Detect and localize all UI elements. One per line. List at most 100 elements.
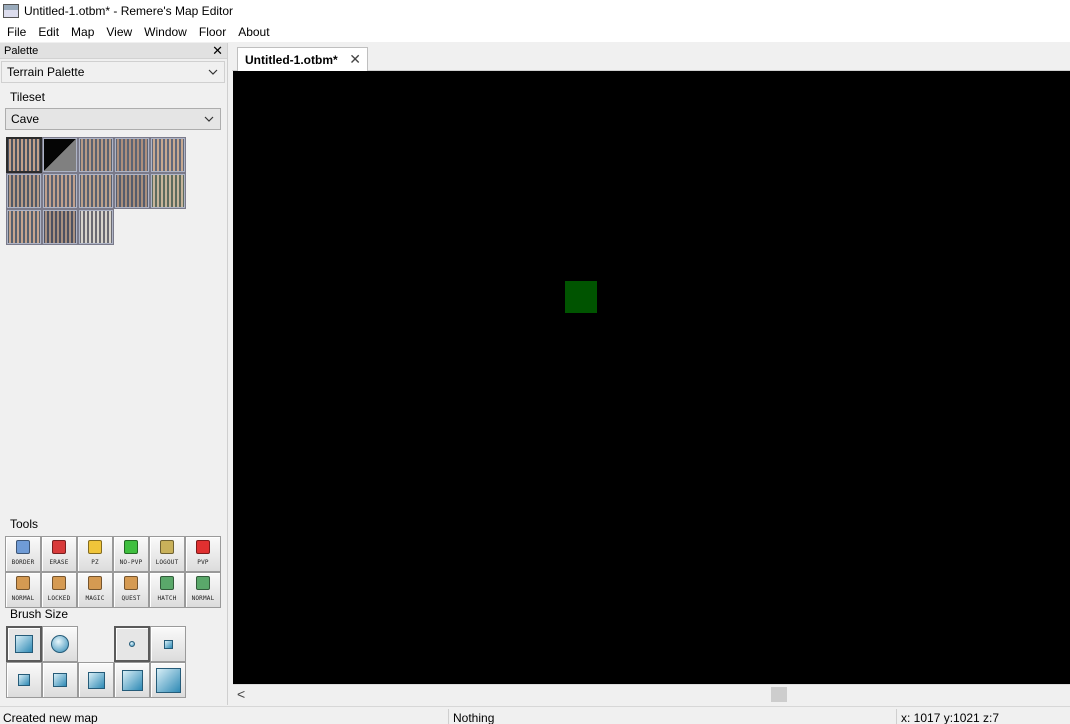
tool-normal-button[interactable]: NORMAL bbox=[5, 572, 41, 608]
menu-about[interactable]: About bbox=[232, 22, 275, 42]
status-hover: Nothing bbox=[453, 711, 495, 724]
tool-quest-button[interactable]: QUEST bbox=[113, 572, 149, 608]
tile-cave-wall-4[interactable] bbox=[150, 137, 186, 173]
palette-type-value: Terrain Palette bbox=[7, 65, 85, 79]
tile-cave-wall-9[interactable] bbox=[150, 173, 186, 209]
palette-close-icon[interactable]: ✕ bbox=[212, 44, 223, 57]
window-normal-icon bbox=[196, 576, 210, 590]
circle-shape-icon bbox=[51, 635, 69, 653]
tools-group-label: Tools bbox=[10, 517, 39, 531]
palette-panel: Palette ✕ Terrain Palette Tileset Cave T… bbox=[0, 43, 228, 705]
scrollbar-thumb[interactable] bbox=[771, 687, 787, 702]
brush-size-label: Brush Size bbox=[10, 607, 69, 621]
palette-header: Palette ✕ bbox=[0, 43, 227, 59]
window-title: Untitled-1.otbm* - Remere's Map Editor bbox=[24, 4, 234, 18]
tile-cave-wall-1[interactable] bbox=[6, 137, 42, 173]
menu-view[interactable]: View bbox=[100, 22, 138, 42]
tile-cave-wall-8[interactable] bbox=[114, 173, 150, 209]
tool-logout-button[interactable]: LOGOUT bbox=[149, 536, 185, 572]
tileset-group-label: Tileset bbox=[10, 90, 45, 104]
tool-locked-button[interactable]: LOCKED bbox=[41, 572, 77, 608]
square-size-icon bbox=[155, 667, 181, 693]
square-shape-icon bbox=[15, 635, 33, 653]
tile-cave-wall-5[interactable] bbox=[6, 173, 42, 209]
brush-size-group: Brush Size bbox=[5, 606, 191, 702]
menu-file[interactable]: File bbox=[0, 22, 32, 42]
horizontal-scrollbar[interactable]: < bbox=[233, 684, 1070, 703]
tool-label: PVP bbox=[197, 559, 209, 566]
border-icon bbox=[16, 540, 30, 554]
tool-label: PZ bbox=[91, 559, 99, 566]
tool-label: MAGIC bbox=[85, 595, 105, 602]
square-size-icon bbox=[18, 674, 30, 686]
door-normal-icon bbox=[16, 576, 30, 590]
brush-shape-circle-button[interactable] bbox=[42, 626, 78, 662]
no-pvp-icon bbox=[124, 540, 138, 554]
hatch-icon bbox=[160, 576, 174, 590]
tool-pz-button[interactable]: PZ bbox=[77, 536, 113, 572]
status-position: x: 1017 y:1021 z:7 bbox=[901, 711, 1000, 724]
brush-size-7-button[interactable] bbox=[150, 662, 186, 698]
scroll-left-icon[interactable]: < bbox=[237, 686, 245, 702]
status-divider bbox=[896, 709, 897, 724]
square-size-icon bbox=[121, 669, 143, 691]
brush-size-6-button[interactable] bbox=[114, 662, 150, 698]
tile-cave-wall-2[interactable] bbox=[78, 137, 114, 173]
brush-shape-square-button[interactable] bbox=[6, 626, 42, 662]
tool-no-pvp-button[interactable]: NO-PVP bbox=[113, 536, 149, 572]
chevron-down-icon bbox=[208, 69, 218, 75]
tool-erase-button[interactable]: ERASE bbox=[41, 536, 77, 572]
menu-floor[interactable]: Floor bbox=[193, 22, 232, 42]
door-locked-icon bbox=[52, 576, 66, 590]
tile-cave-wall-11[interactable] bbox=[42, 209, 78, 245]
tools-grid: BORDER ERASE PZ NO-PVP LOGOUT PVP NORMAL LOCKED… bbox=[5, 536, 221, 608]
chevron-down-icon bbox=[204, 116, 214, 122]
palette-header-label: Palette bbox=[4, 44, 39, 57]
menu-edit[interactable]: Edit bbox=[32, 22, 65, 42]
app-window: Untitled-1.otbm* - Remere's Map Editor F… bbox=[0, 0, 1070, 724]
close-icon[interactable]: ✕ bbox=[349, 51, 361, 68]
brush-size-3-button[interactable] bbox=[6, 662, 42, 698]
tile-cave-dark[interactable] bbox=[42, 137, 78, 173]
menu-map[interactable]: Map bbox=[65, 22, 100, 42]
tile-cave-wall-3[interactable] bbox=[114, 137, 150, 173]
tool-label: LOGOUT bbox=[155, 559, 179, 566]
erase-icon bbox=[52, 540, 66, 554]
status-divider bbox=[448, 709, 449, 724]
tool-border-button[interactable]: BORDER bbox=[5, 536, 41, 572]
brush-size-4-button[interactable] bbox=[42, 662, 78, 698]
tool-hatch-button[interactable]: HATCH bbox=[149, 572, 185, 608]
brush-size-1-button[interactable] bbox=[114, 626, 150, 662]
logout-icon bbox=[160, 540, 174, 554]
tile-cave-wall-12[interactable] bbox=[78, 209, 114, 245]
tool-label: NORMAL bbox=[191, 595, 215, 602]
tool-normal-button[interactable]: NORMAL bbox=[185, 572, 221, 608]
door-magic-icon bbox=[88, 576, 102, 590]
title-bar: Untitled-1.otbm* - Remere's Map Editor bbox=[0, 0, 1070, 22]
brush-size-5-button[interactable] bbox=[78, 662, 114, 698]
tool-label: QUEST bbox=[121, 595, 141, 602]
tool-label: HATCH bbox=[157, 595, 177, 602]
tool-label: ERASE bbox=[49, 559, 69, 566]
tab-untitled-1[interactable]: Untitled-1.otbm* ✕ bbox=[237, 47, 368, 71]
tile-cave-wall-10[interactable] bbox=[6, 209, 42, 245]
tool-label: NO-PVP bbox=[119, 559, 143, 566]
tile-cave-wall-7[interactable] bbox=[78, 173, 114, 209]
dot-size-icon bbox=[129, 641, 135, 647]
tileset-dropdown[interactable]: Cave bbox=[5, 108, 221, 130]
menu-window[interactable]: Window bbox=[138, 22, 193, 42]
tile-cave-wall-6[interactable] bbox=[42, 173, 78, 209]
menu-bar: File Edit Map View Window Floor About bbox=[0, 22, 1070, 42]
tool-magic-button[interactable]: MAGIC bbox=[77, 572, 113, 608]
pz-icon bbox=[88, 540, 102, 554]
tileset-value: Cave bbox=[11, 112, 40, 126]
palette-type-dropdown[interactable]: Terrain Palette bbox=[1, 61, 225, 83]
tools-group: Tools BORDER ERASE PZ NO-PVP LOGOUT PVP NORMAL… bbox=[5, 516, 221, 608]
door-quest-icon bbox=[124, 576, 138, 590]
tool-pvp-button[interactable]: PVP bbox=[185, 536, 221, 572]
tool-label: BORDER bbox=[11, 559, 35, 566]
square-size-icon bbox=[53, 673, 67, 687]
brush-size-2-button[interactable] bbox=[150, 626, 186, 662]
map-canvas[interactable] bbox=[233, 71, 1070, 684]
map-editor: Untitled-1.otbm* ✕ < bbox=[232, 43, 1070, 705]
